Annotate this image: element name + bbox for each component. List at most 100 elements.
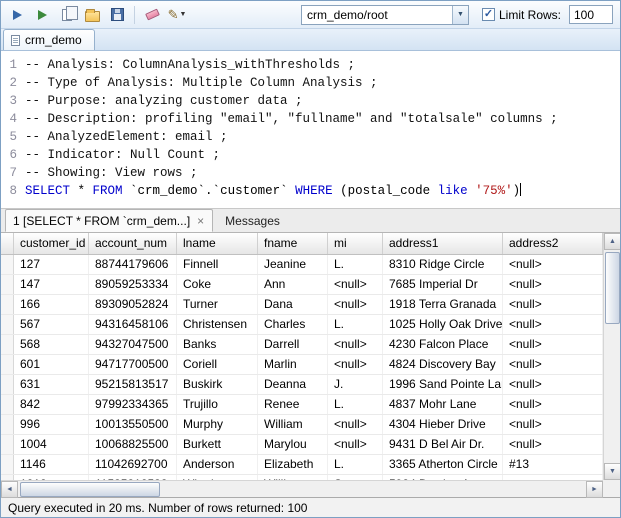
table-cell[interactable]: <null> — [328, 415, 383, 434]
table-cell[interactable]: L. — [328, 315, 383, 334]
limit-rows-checkbox[interactable]: ✓ — [482, 8, 495, 21]
table-cell[interactable]: 166 — [14, 295, 89, 314]
row-selector[interactable] — [1, 335, 14, 354]
table-cell[interactable]: Ann — [258, 275, 328, 294]
table-cell[interactable]: 4824 Discovery Bay — [383, 355, 503, 374]
table-cell[interactable]: 1004 — [14, 435, 89, 454]
table-row[interactable]: 12788744179606FinnellJeanineL.8310 Ridge… — [1, 255, 603, 275]
table-cell[interactable]: Renee — [258, 395, 328, 414]
table-cell[interactable]: L. — [328, 255, 383, 274]
table-cell[interactable]: 10013550500 — [89, 415, 177, 434]
table-cell[interactable]: Darrell — [258, 335, 328, 354]
editor-line[interactable]: 2-- Type of Analysis: Multiple Column An… — [1, 74, 620, 92]
table-cell[interactable]: <null> — [503, 375, 603, 394]
sql-editor[interactable]: 1-- Analysis: ColumnAnalysis_withThresho… — [1, 51, 620, 209]
row-selector[interactable] — [1, 355, 14, 374]
table-cell[interactable]: <null> — [503, 275, 603, 294]
table-cell[interactable]: 1025 Holly Oak Drive — [383, 315, 503, 334]
row-selector-header[interactable] — [1, 233, 14, 254]
table-cell[interactable]: 94327047500 — [89, 335, 177, 354]
vertical-scrollbar[interactable]: ▲ ▼ — [603, 233, 620, 480]
table-cell[interactable]: #13 — [503, 455, 603, 474]
row-selector[interactable] — [1, 315, 14, 334]
editor-line[interactable]: 7-- Showing: View rows ; — [1, 164, 620, 182]
editor-line[interactable]: 5-- AnalyzedElement: email ; — [1, 128, 620, 146]
table-row[interactable]: 56894327047500BanksDarrell<null>4230 Fal… — [1, 335, 603, 355]
table-cell[interactable]: <null> — [503, 295, 603, 314]
table-cell[interactable]: 1918 Terra Granada — [383, 295, 503, 314]
table-cell[interactable]: Murphy — [177, 415, 258, 434]
scroll-down-icon[interactable]: ▼ — [604, 463, 621, 480]
table-row[interactable]: 84297992334365TrujilloReneeL.4837 Mohr L… — [1, 395, 603, 415]
table-cell[interactable]: 89059253334 — [89, 275, 177, 294]
table-cell[interactable]: Christensen — [177, 315, 258, 334]
table-cell[interactable]: <null> — [503, 435, 603, 454]
run-all-icon[interactable] — [31, 4, 53, 26]
column-header-lname[interactable]: lname — [177, 233, 258, 254]
table-row[interactable]: 56794316458106ChristensenCharlesL.1025 H… — [1, 315, 603, 335]
table-cell[interactable]: Elizabeth — [258, 455, 328, 474]
editor-line[interactable]: 4-- Description: profiling "email", "ful… — [1, 110, 620, 128]
limit-rows-input[interactable] — [569, 5, 613, 24]
table-cell[interactable]: 4230 Falcon Place — [383, 335, 503, 354]
table-cell[interactable]: 567 — [14, 315, 89, 334]
results-tab-messages[interactable]: Messages — [213, 209, 292, 232]
table-cell[interactable]: Burkett — [177, 435, 258, 454]
table-cell[interactable]: 1146 — [14, 455, 89, 474]
table-row[interactable]: 16689309052824TurnerDana<null>1918 Terra… — [1, 295, 603, 315]
table-cell[interactable]: 127 — [14, 255, 89, 274]
clear-icon[interactable] — [141, 4, 163, 26]
table-cell[interactable]: Jeanine — [258, 255, 328, 274]
table-cell[interactable]: 10068825500 — [89, 435, 177, 454]
column-header-fname[interactable]: fname — [258, 233, 328, 254]
editor-tab-crm-demo[interactable]: crm_demo — [3, 29, 95, 50]
table-cell[interactable]: <null> — [503, 355, 603, 374]
connection-combo-arrow-icon[interactable]: ▼ — [452, 6, 468, 24]
table-row[interactable]: 60194717700500CoriellMarlin<null>4824 Di… — [1, 355, 603, 375]
column-header-address2[interactable]: address2 — [503, 233, 603, 254]
table-cell[interactable]: 94717700500 — [89, 355, 177, 374]
table-cell[interactable]: Buskirk — [177, 375, 258, 394]
table-cell[interactable]: Marylou — [258, 435, 328, 454]
vertical-scroll-thumb[interactable] — [605, 252, 620, 324]
table-cell[interactable]: Finnell — [177, 255, 258, 274]
table-row[interactable]: 114611042692700AndersonElizabethL.3365 A… — [1, 455, 603, 475]
results-tab-query[interactable]: 1 [SELECT * FROM `crm_dem...] × — [5, 209, 213, 232]
table-cell[interactable]: <null> — [503, 395, 603, 414]
table-cell[interactable]: Trujillo — [177, 395, 258, 414]
row-selector[interactable] — [1, 435, 14, 454]
table-cell[interactable]: 89309052824 — [89, 295, 177, 314]
save-icon[interactable] — [106, 4, 128, 26]
table-cell[interactable]: 996 — [14, 415, 89, 434]
table-cell[interactable]: 8310 Ridge Circle — [383, 255, 503, 274]
table-cell[interactable]: <null> — [328, 295, 383, 314]
editor-line[interactable]: 1-- Analysis: ColumnAnalysis_withThresho… — [1, 56, 620, 74]
editor-line[interactable]: 3-- Purpose: analyzing customer data ; — [1, 92, 620, 110]
table-cell[interactable]: 97992334365 — [89, 395, 177, 414]
close-icon[interactable]: × — [196, 215, 205, 227]
scroll-up-icon[interactable]: ▲ — [604, 233, 621, 250]
editor-line[interactable]: 8SELECT * FROM `crm_demo`.`customer` WHE… — [1, 182, 620, 200]
table-cell[interactable]: 94316458106 — [89, 315, 177, 334]
table-cell[interactable]: Turner — [177, 295, 258, 314]
table-cell[interactable]: <null> — [503, 255, 603, 274]
row-selector[interactable] — [1, 455, 14, 474]
table-cell[interactable]: 601 — [14, 355, 89, 374]
table-cell[interactable]: 842 — [14, 395, 89, 414]
row-selector[interactable] — [1, 375, 14, 394]
column-header-mi[interactable]: mi — [328, 233, 383, 254]
table-cell[interactable]: Anderson — [177, 455, 258, 474]
row-selector[interactable] — [1, 255, 14, 274]
table-cell[interactable]: William — [258, 415, 328, 434]
table-cell[interactable]: L. — [328, 395, 383, 414]
column-header-account_num[interactable]: account_num — [89, 233, 177, 254]
horizontal-scroll-thumb[interactable] — [20, 482, 160, 497]
table-row[interactable]: 99610013550500MurphyWilliam<null>4304 Hi… — [1, 415, 603, 435]
table-cell[interactable]: Charles — [258, 315, 328, 334]
table-cell[interactable]: 9431 D Bel Air Dr. — [383, 435, 503, 454]
table-cell[interactable]: Deanna — [258, 375, 328, 394]
connection-combo[interactable]: crm_demo/root ▼ — [301, 5, 469, 25]
table-row[interactable]: 63195215813517BuskirkDeannaJ.1996 Sand P… — [1, 375, 603, 395]
editor-line[interactable]: 6-- Indicator: Null Count ; — [1, 146, 620, 164]
row-selector[interactable] — [1, 295, 14, 314]
